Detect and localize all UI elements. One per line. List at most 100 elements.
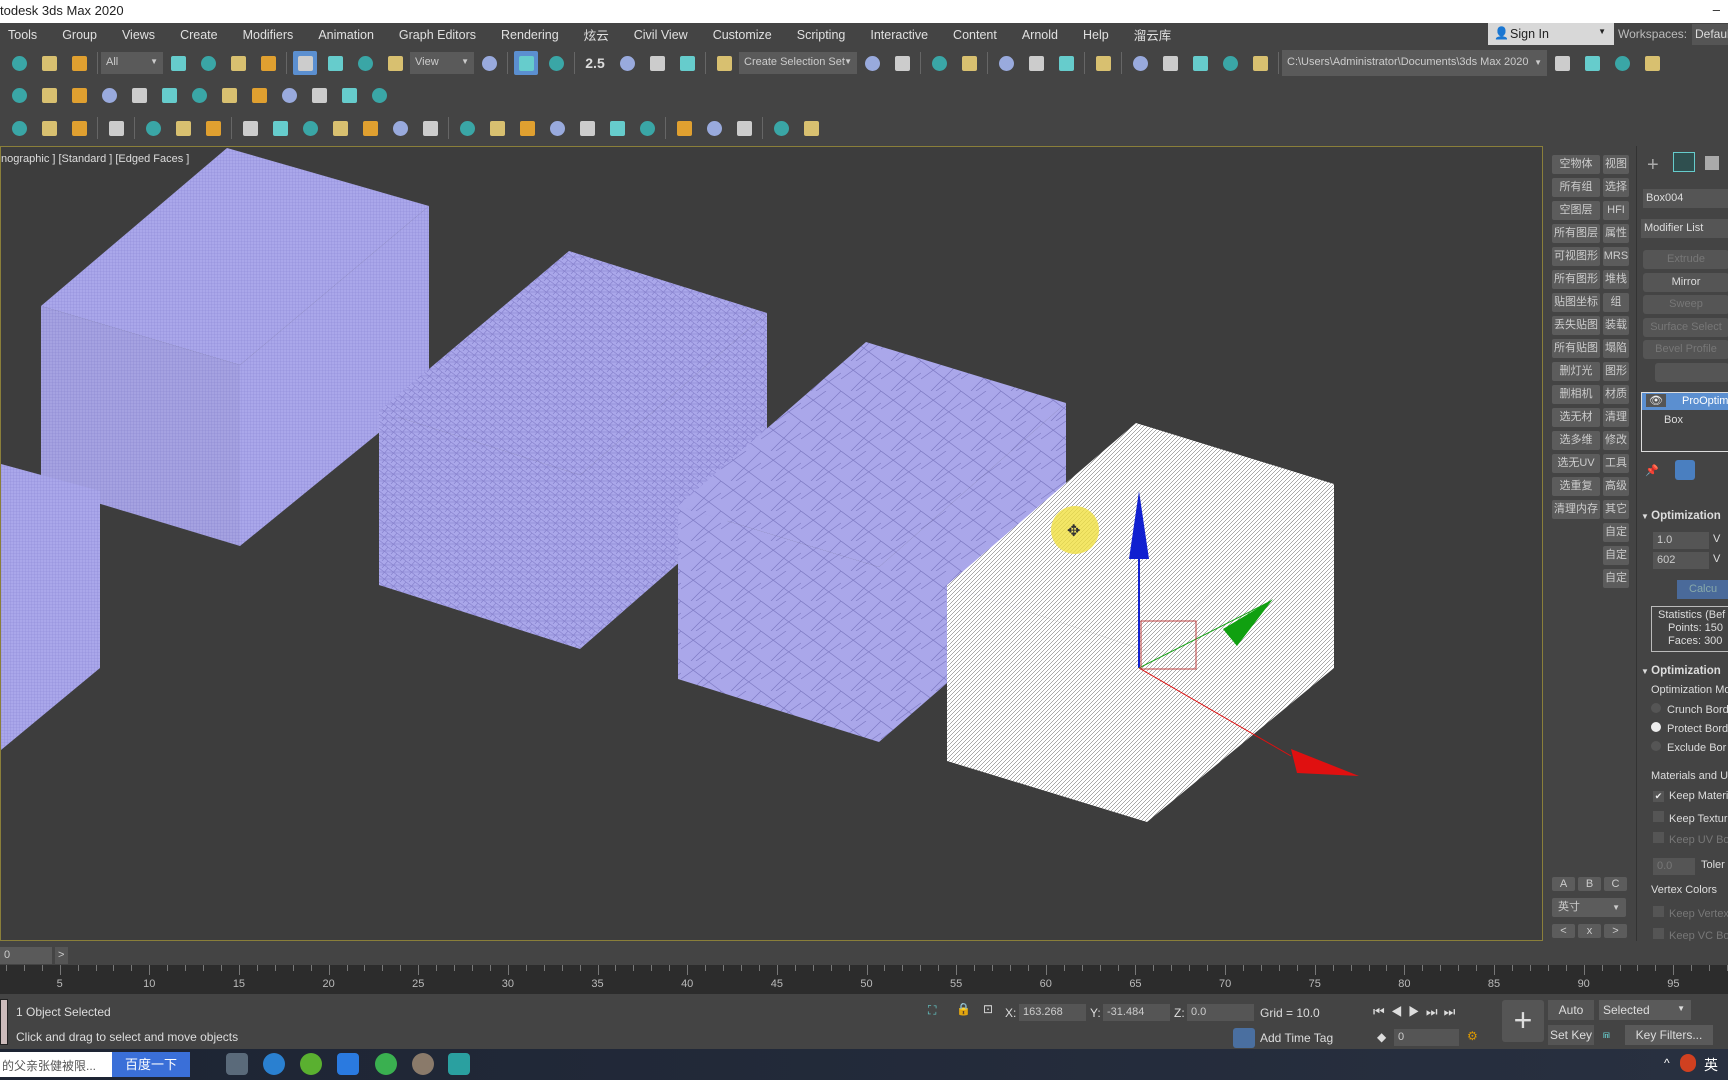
time-slider[interactable]: 0 > [0, 945, 1728, 965]
scale-icon[interactable] [353, 51, 377, 75]
camera-target-icon[interactable] [141, 116, 165, 140]
hair-icon[interactable] [605, 116, 629, 140]
light-icon[interactable] [127, 83, 151, 107]
quick-button[interactable]: 所有贴图 [1552, 339, 1600, 358]
menu-item[interactable]: Interactive [870, 28, 928, 42]
camera-icon[interactable] [277, 83, 301, 107]
checkbox-option[interactable]: Keep UV Bou [1653, 832, 1728, 846]
quick-button[interactable]: 高级 [1603, 477, 1629, 496]
project-icon-1[interactable] [1550, 51, 1574, 75]
notes-icon[interactable] [337, 1053, 359, 1075]
menu-item[interactable]: Customize [713, 28, 772, 42]
vertex-count-spinner[interactable]: 602 [1653, 552, 1709, 569]
bind-space-warp-icon[interactable] [67, 51, 91, 75]
teapot-icon[interactable] [337, 83, 361, 107]
quick-button[interactable]: 装载 [1603, 316, 1629, 335]
quick-button[interactable]: 选多维 [1552, 431, 1600, 450]
y-coordinate-field[interactable]: -31.484 [1103, 1004, 1170, 1021]
quick-button[interactable]: 所有图层 [1552, 224, 1600, 243]
angle-snap-icon[interactable] [615, 51, 639, 75]
link-icon[interactable] [7, 51, 31, 75]
menu-item[interactable]: Graph Editors [399, 28, 476, 42]
show-end-result-icon[interactable] [1675, 460, 1695, 480]
perspective-viewport[interactable]: nographic ] [Standard ] [Edged Faces ] ✥ [0, 146, 1543, 941]
tower-icon[interactable] [515, 116, 539, 140]
mesh-icon[interactable] [455, 116, 479, 140]
quick-button[interactable]: 可视图形 [1552, 247, 1600, 266]
quick-button[interactable]: 堆栈 [1603, 270, 1629, 289]
grid-icon[interactable] [217, 83, 241, 107]
quick-button[interactable]: 删相机 [1552, 385, 1600, 404]
key-mode-dropdown[interactable]: Selected ▼ [1599, 1000, 1691, 1020]
pivot-icon[interactable] [477, 51, 501, 75]
sogou-icon[interactable] [263, 1053, 285, 1075]
grass-icon[interactable] [575, 116, 599, 140]
menu-item[interactable]: Scripting [797, 28, 846, 42]
layer-explorer-icon[interactable] [957, 51, 981, 75]
radio-option[interactable]: Protect Bord [1651, 722, 1728, 735]
wechat-icon[interactable] [375, 1053, 397, 1075]
menu-item[interactable]: Modifiers [243, 28, 294, 42]
set-key-button[interactable]: Set Key [1548, 1025, 1594, 1045]
sign-in-button[interactable]: 👤 Sign In ▼ [1488, 23, 1614, 45]
rollout-optimization-header[interactable]: ▼ Optimization [1641, 510, 1721, 522]
edit-named-sets-icon[interactable] [712, 51, 736, 75]
quick-button[interactable]: 选择 [1603, 178, 1629, 197]
spinner-snap-icon[interactable] [675, 51, 699, 75]
object-name-field[interactable]: Box004 [1643, 189, 1728, 208]
material-sphere-icon[interactable] [672, 116, 696, 140]
quick-button[interactable]: 所有组 [1552, 178, 1600, 197]
teapot2-icon[interactable] [328, 116, 352, 140]
calculate-button[interactable]: Calcu [1677, 580, 1728, 599]
cone-icon[interactable] [358, 116, 382, 140]
modifier-button[interactable]: Extrude [1643, 250, 1728, 269]
z-coordinate-field[interactable]: 0.0 [1187, 1004, 1254, 1021]
quick-button[interactable]: 选无材 [1552, 408, 1600, 427]
absolute-mode-icon[interactable]: ⊡ [983, 1002, 993, 1016]
window-crossing-icon[interactable] [256, 51, 280, 75]
table-icon[interactable] [37, 116, 61, 140]
plant-icon[interactable] [7, 83, 31, 107]
percent-snap-icon[interactable] [645, 51, 669, 75]
vertex-percent-spinner[interactable]: 1.0 [1653, 532, 1709, 549]
workspace-dropdown[interactable]: Default [1692, 24, 1728, 45]
render-region-icon[interactable] [732, 116, 756, 140]
create-tab-icon[interactable]: + [1647, 154, 1659, 177]
sun-icon[interactable] [388, 116, 412, 140]
isolate-selection-icon[interactable]: ⛶ [928, 1003, 936, 1018]
quick-button[interactable]: 修改 [1603, 431, 1629, 450]
next-frame-button[interactable]: > [55, 947, 68, 964]
checkbox-option[interactable]: ✔ Keep Materia [1653, 790, 1728, 802]
quick-button[interactable]: 属性 [1603, 224, 1629, 243]
quick-b-button[interactable]: B [1578, 877, 1601, 891]
modifier-list-dropdown[interactable]: Modifier List [1641, 219, 1728, 238]
frame-display[interactable]: 0 [0, 947, 52, 964]
quick-button[interactable]: 工具 [1603, 454, 1629, 473]
menu-item[interactable]: Help [1083, 28, 1109, 42]
tree-icon[interactable] [37, 83, 61, 107]
snap-toggle-icon[interactable]: 2.5 [581, 51, 609, 75]
quick-button[interactable]: 空图层 [1552, 201, 1600, 220]
track-bar[interactable]: 5 10 15 20 25 30 35 40 45 50 55 60 65 70 75 80 85 90 95 [0, 965, 1728, 994]
menu-item[interactable]: 溜云库 [1134, 25, 1172, 44]
quick-close-button[interactable]: x [1578, 924, 1601, 938]
quick-a-button[interactable]: A [1552, 877, 1575, 891]
render-cloud-icon[interactable] [1218, 51, 1242, 75]
manipulate-icon[interactable] [514, 51, 538, 75]
disc-icon[interactable] [298, 116, 322, 140]
rendered-frame-icon[interactable] [1158, 51, 1182, 75]
quick-c-button[interactable]: C [1604, 877, 1627, 891]
quick-button[interactable]: 自定 [1603, 569, 1629, 588]
tangent-icon[interactable]: ⩎ [1603, 1027, 1610, 1042]
keep-vc-boundaries-checkbox[interactable]: Keep VC Bou [1653, 928, 1728, 941]
modify-tab-icon[interactable] [1673, 152, 1695, 172]
refresh-icon[interactable] [157, 83, 181, 107]
bulb-icon[interactable] [367, 83, 391, 107]
key-mode-icon[interactable]: ◆ [1377, 1030, 1386, 1044]
molecule-icon[interactable] [485, 116, 509, 140]
3dsmax-icon[interactable] [448, 1053, 470, 1075]
table2-icon[interactable] [67, 116, 91, 140]
toggle-ribbon-icon[interactable] [994, 51, 1018, 75]
quick-button[interactable]: HFI [1603, 201, 1629, 220]
stack-item-box[interactable]: Box [1664, 414, 1683, 426]
